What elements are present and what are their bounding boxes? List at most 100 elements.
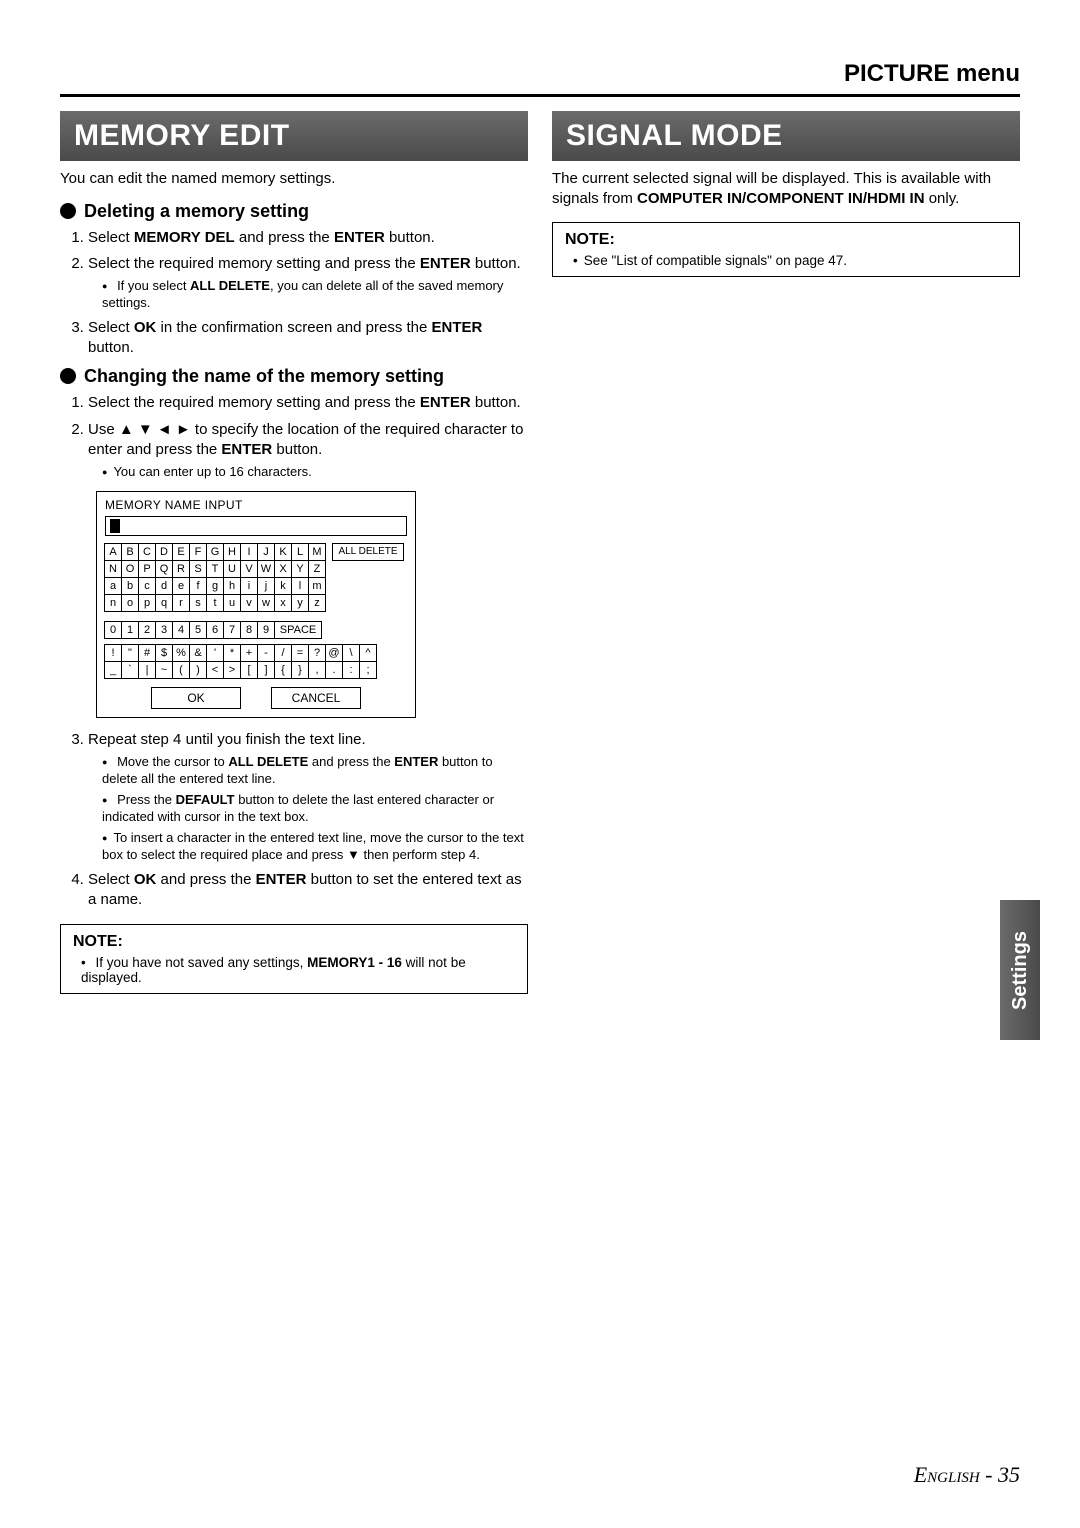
key: " <box>121 644 139 662</box>
t: button. <box>272 441 322 458</box>
key: m <box>308 577 326 595</box>
t: OK <box>134 319 157 336</box>
page-header: PICTURE menu <box>60 60 1020 88</box>
cstep3-sub: Move the cursor to ALL DELETE and press … <box>88 754 528 863</box>
key: Q <box>155 560 173 578</box>
cstep-4: Select OK and press the ENTER button to … <box>88 870 528 911</box>
t: MEMORY DEL <box>134 229 235 246</box>
key-space: SPACE <box>274 621 322 639</box>
key: C <box>138 543 156 561</box>
key: A <box>104 543 122 561</box>
header-rule <box>60 94 1020 97</box>
step-3: Select OK in the confirmation screen and… <box>88 318 528 359</box>
key: O <box>121 560 139 578</box>
key: 3 <box>155 621 173 639</box>
key: Y <box>291 560 309 578</box>
t: OK <box>134 871 157 888</box>
key: X <box>274 560 292 578</box>
kbd-cancel-button: CANCEL <box>271 687 361 709</box>
cstep3-sub2: Press the DEFAULT button to delete the l… <box>102 792 528 826</box>
key: - <box>257 644 275 662</box>
t: and press the <box>308 754 394 769</box>
key: % <box>172 644 190 662</box>
right-note-box: NOTE: See "List of compatible signals" o… <box>552 222 1020 277</box>
t: Select the required memory setting and p… <box>88 255 420 272</box>
key: ' <box>206 644 224 662</box>
key: 6 <box>206 621 224 639</box>
t: Select the required memory setting and p… <box>88 394 420 411</box>
key: 5 <box>189 621 207 639</box>
t: MEMORY1 - 16 <box>307 955 402 970</box>
deleting-subhead: Deleting a memory setting <box>60 201 528 222</box>
t: and press the <box>156 871 255 888</box>
content-columns: MEMORY EDIT You can edit the named memor… <box>60 111 1020 994</box>
key-all-delete: ALL DELETE <box>332 543 404 561</box>
t: ALL DELETE <box>190 278 270 293</box>
step2-sub-item: If you select ALL DELETE, you can delete… <box>102 278 528 312</box>
t: ENTER <box>256 871 307 888</box>
deleting-subhead-label: Deleting a memory setting <box>84 201 309 222</box>
kbd-row-5: 0123456789SPACE <box>105 622 407 639</box>
t: If you have not saved any settings, <box>96 955 308 970</box>
key: R <box>172 560 190 578</box>
t: only. <box>925 190 960 207</box>
key: ; <box>359 661 377 679</box>
cstep-2: Use ▲ ▼ ◄ ► to specify the location of t… <box>88 420 528 481</box>
changing-steps-cont: Repeat step 4 until you finish the text … <box>60 730 528 910</box>
key: V <box>240 560 258 578</box>
key: ( <box>172 661 190 679</box>
key: k <box>274 577 292 595</box>
key: s <box>189 594 207 612</box>
key: 4 <box>172 621 190 639</box>
side-tab-label: Settings <box>1009 931 1032 1010</box>
changing-subhead-label: Changing the name of the memory setting <box>84 366 444 387</box>
t: button. <box>385 229 435 246</box>
t: ENTER <box>394 754 438 769</box>
key: b <box>121 577 139 595</box>
t: button. <box>471 394 521 411</box>
t: Select <box>88 319 134 336</box>
key: > <box>223 661 241 679</box>
t: button. <box>471 255 521 272</box>
key: F <box>189 543 207 561</box>
key: 9 <box>257 621 275 639</box>
key: 2 <box>138 621 156 639</box>
key: ` <box>121 661 139 679</box>
key: T <box>206 560 224 578</box>
key: w <box>257 594 275 612</box>
t: in the confirmation screen and press the <box>156 319 431 336</box>
left-note-item: If you have not saved any settings, MEMO… <box>81 955 515 985</box>
key: I <box>240 543 258 561</box>
left-note-list: If you have not saved any settings, MEMO… <box>73 955 515 985</box>
key: / <box>274 644 292 662</box>
t: If you select <box>117 278 190 293</box>
key: } <box>291 661 309 679</box>
bullet-icon <box>60 203 76 219</box>
step-1: Select MEMORY DEL and press the ENTER bu… <box>88 228 528 248</box>
key: x <box>274 594 292 612</box>
right-note-item: See "List of compatible signals" on page… <box>573 253 1007 268</box>
key: a <box>104 577 122 595</box>
key: t <box>206 594 224 612</box>
right-note-list: See "List of compatible signals" on page… <box>565 253 1007 268</box>
key: < <box>206 661 224 679</box>
t: ENTER <box>420 394 471 411</box>
signal-mode-intro: The current selected signal will be disp… <box>552 169 1020 208</box>
t: Press the <box>117 792 176 807</box>
key: _ <box>104 661 122 679</box>
key: i <box>240 577 258 595</box>
key: D <box>155 543 173 561</box>
t: Move the cursor to <box>117 754 228 769</box>
key: l <box>291 577 309 595</box>
key: N <box>104 560 122 578</box>
right-column: SIGNAL MODE The current selected signal … <box>552 111 1020 994</box>
t: button. <box>88 339 134 356</box>
right-note-title: NOTE: <box>565 231 1007 249</box>
cstep2-sub: You can enter up to 16 characters. <box>88 464 528 481</box>
kbd-title: MEMORY NAME INPUT <box>105 498 407 512</box>
bullet-icon <box>60 368 76 384</box>
key: z <box>308 594 326 612</box>
cstep-1: Select the required memory setting and p… <box>88 393 528 413</box>
key: = <box>291 644 309 662</box>
key: , <box>308 661 326 679</box>
